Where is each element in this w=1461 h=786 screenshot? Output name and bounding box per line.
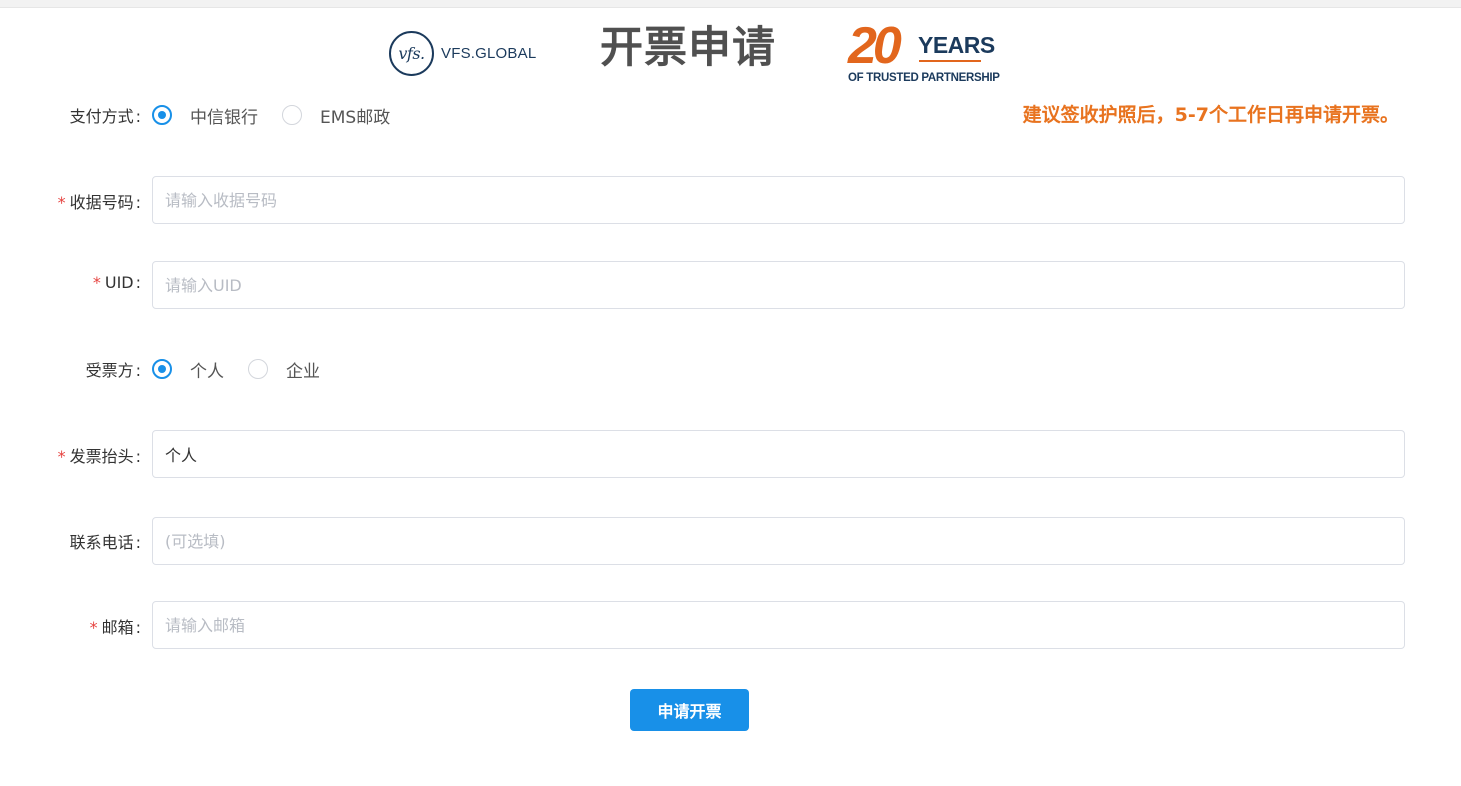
payment-option-ems[interactable]: EMS邮政 (282, 103, 390, 128)
payment-option-citic[interactable]: 中信银行 (152, 103, 258, 128)
notice-text: 建议签收护照后，5-7个工作日再申请开票。 (1022, 104, 1399, 126)
vfs-logo-mark: vfs. (389, 31, 434, 76)
phone-label: 联系电话: (69, 533, 141, 552)
required-asterisk: * (57, 447, 66, 466)
radio-unchecked-icon[interactable] (282, 105, 302, 125)
invoice-title-label: * 发票抬头: (57, 447, 141, 466)
required-asterisk: * (92, 273, 101, 292)
payment-option-citic-label: 中信银行 (190, 107, 258, 128)
vfs-global-logo: vfs. VFS.GLOBAL (389, 29, 536, 78)
receipt-number-label: * 收据号码: (57, 193, 141, 212)
recipient-option-individual[interactable]: 个人 (152, 357, 224, 382)
anniversary-word: YEARS (918, 32, 995, 58)
vfs-logo-text: VFS.GLOBAL (441, 45, 537, 62)
anniversary-number: 20 (848, 17, 902, 75)
recipient-option-individual-label: 个人 (190, 361, 224, 382)
anniversary-tagline: OF TRUSTED PARTNERSHIP (848, 72, 1000, 84)
payment-option-ems-label: EMS邮政 (320, 107, 391, 128)
browser-top-strip (0, 0, 1461, 8)
payment-method-label: 支付方式: (69, 107, 141, 126)
uid-input[interactable] (152, 261, 1405, 309)
required-asterisk: * (89, 618, 98, 637)
payment-method-radio-group: 中信银行 EMS邮政 (152, 103, 414, 128)
email-label: * 邮箱: (89, 618, 141, 637)
radio-checked-icon[interactable] (152, 359, 172, 379)
recipient-label: 受票方: (85, 361, 141, 380)
recipient-option-company[interactable]: 企业 (248, 357, 320, 382)
anniversary-logo: 20 YEARS OF TRUSTED PARTNERSHIP (848, 17, 1000, 88)
invoice-title-input[interactable] (152, 430, 1405, 478)
required-asterisk: * (57, 193, 66, 212)
radio-unchecked-icon[interactable] (248, 359, 268, 379)
radio-checked-icon[interactable] (152, 105, 172, 125)
submit-invoice-button[interactable]: 申请开票 (630, 689, 749, 731)
recipient-radio-group: 个人 企业 (152, 357, 344, 382)
uid-label: * UID: (92, 273, 141, 292)
recipient-option-company-label: 企业 (286, 361, 320, 382)
email-input[interactable] (152, 601, 1405, 649)
phone-input[interactable] (152, 517, 1405, 565)
page-title: 开票申请 (600, 23, 776, 73)
receipt-number-input[interactable] (152, 176, 1405, 224)
anniversary-divider (919, 60, 981, 62)
